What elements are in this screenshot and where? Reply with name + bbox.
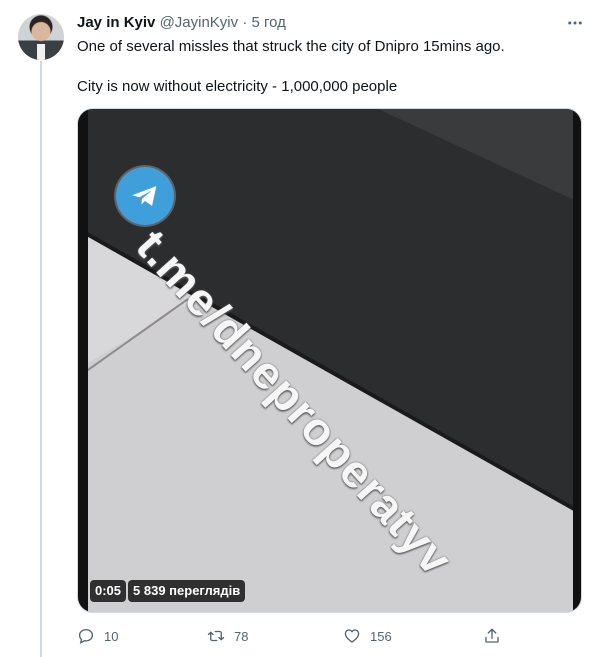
reply-count: 10 [104, 628, 119, 644]
retweet-button[interactable]: 78 [207, 624, 248, 648]
separator-dot: · [242, 14, 248, 31]
tweet-text-line-1: One of several missles that struck the c… [77, 38, 505, 55]
author-name[interactable]: Jay in Kyiv [77, 14, 155, 31]
tweet-time[interactable]: 5 год [252, 14, 286, 31]
video-overlay: 0:05 5 839 переглядів [90, 580, 246, 602]
retweet-icon [207, 630, 225, 642]
heart-icon [344, 629, 360, 643]
retweet-count: 78 [234, 628, 249, 644]
tweet-header: Jay in Kyiv @JayinKyiv · 5 год [77, 14, 286, 32]
telegram-icon [116, 167, 174, 225]
like-button[interactable]: 156 [343, 624, 392, 648]
video-border-right [573, 109, 581, 612]
video-player[interactable]: t.me/dneproperatyv 0:05 5 839 переглядів [77, 108, 582, 613]
author-handle[interactable]: @JayinKyiv [160, 14, 239, 31]
video-duration: 0:05 [90, 580, 127, 602]
reply-icon [78, 628, 94, 645]
tweet-actions: 10 78 156 [77, 624, 582, 648]
share-button[interactable] [483, 624, 501, 648]
share-icon [485, 628, 499, 643]
video-border-left [78, 109, 88, 612]
more-dots-icon[interactable] [564, 13, 586, 33]
like-count: 156 [370, 628, 392, 644]
avatar[interactable] [18, 14, 64, 60]
video-views: 5 839 переглядів [128, 580, 246, 602]
tweet-text-line-2: City is now without electricity - 1,000,… [77, 78, 398, 95]
thread-line [40, 61, 42, 657]
reply-button[interactable]: 10 [77, 624, 118, 648]
